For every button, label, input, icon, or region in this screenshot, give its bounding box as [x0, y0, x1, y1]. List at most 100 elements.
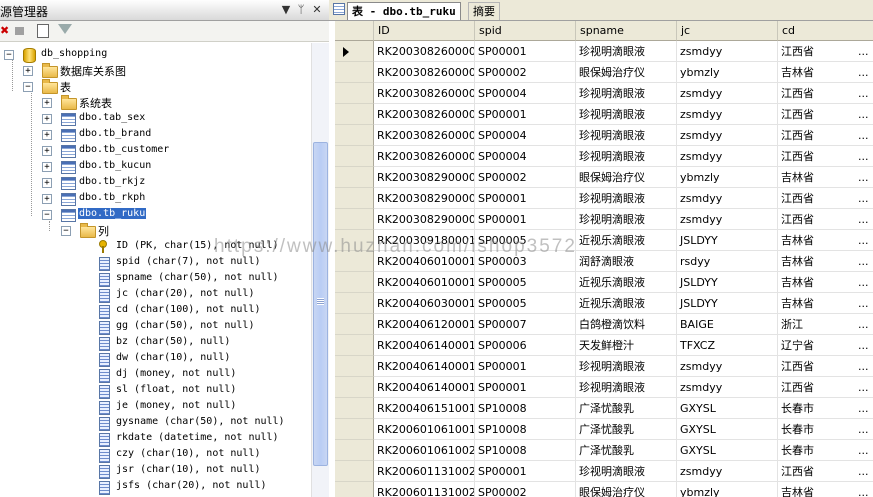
row-selector[interactable] — [335, 167, 374, 188]
grid-cell[interactable]: 润舒滴眼液 — [576, 251, 677, 272]
grid-cell[interactable]: SP00001 — [475, 461, 576, 482]
grid-cell[interactable]: 广泽忧酸乳 — [576, 419, 677, 440]
expand-icon[interactable]: + — [42, 98, 52, 108]
grid-cell[interactable]: SP00005 — [475, 272, 576, 293]
grid-cell[interactable]: ybmzly — [677, 62, 778, 83]
grid-cell[interactable]: rsdyy — [677, 251, 778, 272]
grid-cell[interactable]: 广泽忧酸乳 — [576, 398, 677, 419]
expand-icon[interactable]: + — [23, 66, 33, 76]
grid-cell[interactable]: RK2003082600005 — [374, 125, 475, 146]
row-selector[interactable] — [335, 356, 374, 377]
grid-cell[interactable]: RK2004061400015 — [374, 335, 475, 356]
row-selector[interactable] — [335, 230, 374, 251]
corner-header[interactable] — [335, 21, 374, 41]
grid-cell[interactable]: TFXCZ — [677, 335, 778, 356]
grid-cell[interactable]: 珍视明滴眼液 — [576, 125, 677, 146]
row-selector[interactable] — [335, 62, 374, 83]
expand-icon[interactable]: + — [42, 146, 52, 156]
grid-cell[interactable]: 眼保姆治疗仪 — [576, 167, 677, 188]
grid-cell[interactable]: zsmdyy — [677, 356, 778, 377]
row-selector[interactable] — [335, 440, 374, 461]
disconnect-icon[interactable]: ✖ — [0, 24, 14, 38]
grid-cell[interactable]: SP00004 — [475, 146, 576, 167]
grid-cell[interactable]: RK2004061400017 — [374, 377, 475, 398]
grid-cell[interactable]: RK2003082600001 — [374, 41, 475, 62]
column-header-spid[interactable]: spid — [475, 21, 576, 41]
grid-cell[interactable]: RK2006011310021 — [374, 461, 475, 482]
grid-cell[interactable]: SP00004 — [475, 125, 576, 146]
grid-cell[interactable]: RK2004061510018 — [374, 398, 475, 419]
row-selector[interactable] — [335, 146, 374, 167]
grid-cell[interactable]: RK2003082600002 — [374, 62, 475, 83]
collapse-icon[interactable]: − — [42, 210, 52, 220]
grid-cell[interactable]: RK2003091800010 — [374, 230, 475, 251]
grid-cell[interactable]: GXYSL — [677, 440, 778, 461]
grid-cell[interactable]: SP10008 — [475, 440, 576, 461]
grid-cell[interactable]: RK2006010610019 — [374, 419, 475, 440]
row-selector[interactable] — [335, 314, 374, 335]
grid-cell[interactable]: zsmdyy — [677, 146, 778, 167]
expand-icon[interactable]: + — [42, 162, 52, 172]
row-selector[interactable] — [335, 272, 374, 293]
grid-cell[interactable]: RK2003082600004 — [374, 104, 475, 125]
grid-cell[interactable]: 白鸽橙滴饮料 — [576, 314, 677, 335]
grid-cell[interactable]: RK2004060300013 — [374, 293, 475, 314]
grid-cell[interactable]: SP00005 — [475, 293, 576, 314]
row-selector[interactable] — [335, 83, 374, 104]
grid-cell[interactable]: RK2003082600006 — [374, 146, 475, 167]
grid-cell[interactable]: SP00001 — [475, 41, 576, 62]
scrollbar-thumb[interactable] — [313, 142, 328, 466]
grid-cell[interactable]: BAIGE — [677, 314, 778, 335]
grid-cell[interactable]: GXYSL — [677, 419, 778, 440]
column-header-cd[interactable]: cd — [778, 21, 873, 41]
grid-cell[interactable]: zsmdyy — [677, 83, 778, 104]
explorer-scrollbar[interactable] — [311, 43, 329, 497]
grid-cell[interactable]: SP00002 — [475, 482, 576, 497]
row-selector[interactable] — [335, 398, 374, 419]
grid-cell[interactable]: zsmdyy — [677, 377, 778, 398]
grid-cell[interactable]: RK2004060100011 — [374, 251, 475, 272]
grid-cell[interactable]: RK2003082900008 — [374, 188, 475, 209]
grid-cell[interactable]: SP10008 — [475, 398, 576, 419]
grid-cell[interactable]: ybmzly — [677, 167, 778, 188]
grid-cell[interactable]: 珍视明滴眼液 — [576, 41, 677, 62]
grid-cell[interactable]: RK2003082600003 — [374, 83, 475, 104]
grid-cell[interactable]: RK2004060100012 — [374, 272, 475, 293]
tab-summary[interactable]: 摘要 — [468, 2, 500, 20]
grid-cell[interactable]: zsmdyy — [677, 125, 778, 146]
grid-cell[interactable]: RK2006011310022 — [374, 482, 475, 497]
grid-cell[interactable]: SP00001 — [475, 104, 576, 125]
row-selector[interactable] — [335, 251, 374, 272]
grid-cell[interactable]: JSLDYY — [677, 272, 778, 293]
grid-cell[interactable]: SP00001 — [475, 377, 576, 398]
grid-cell[interactable]: 近视乐滴眼液 — [576, 230, 677, 251]
filter-icon[interactable] — [58, 24, 72, 34]
grid-cell[interactable]: 广泽忧酸乳 — [576, 440, 677, 461]
collapse-icon[interactable]: − — [61, 226, 71, 236]
row-selector[interactable] — [335, 461, 374, 482]
grid-cell[interactable]: 眼保姆治疗仪 — [576, 62, 677, 83]
stop-icon[interactable] — [15, 27, 24, 35]
grid-cell[interactable]: 眼保姆治疗仪 — [576, 482, 677, 497]
grid-cell[interactable]: 珍视明滴眼液 — [576, 209, 677, 230]
column-header-id[interactable]: ID — [374, 21, 475, 41]
grid-cell[interactable]: 近视乐滴眼液 — [576, 293, 677, 314]
grid-cell[interactable]: zsmdyy — [677, 104, 778, 125]
row-selector[interactable] — [335, 293, 374, 314]
grid-cell[interactable]: SP00001 — [475, 356, 576, 377]
close-icon[interactable]: ✕ — [311, 3, 323, 16]
grid-cell[interactable]: 珍视明滴眼液 — [576, 377, 677, 398]
expand-icon[interactable]: + — [42, 114, 52, 124]
grid-cell[interactable]: 珍视明滴眼液 — [576, 356, 677, 377]
expand-icon[interactable]: + — [42, 178, 52, 188]
grid-cell[interactable]: RK2003082900007 — [374, 167, 475, 188]
grid-cell[interactable]: SP00006 — [475, 335, 576, 356]
grid-cell[interactable]: zsmdyy — [677, 188, 778, 209]
grid-cell[interactable]: zsmdyy — [677, 461, 778, 482]
grid-cell[interactable]: 珍视明滴眼液 — [576, 104, 677, 125]
grid-cell[interactable]: GXYSL — [677, 398, 778, 419]
row-selector[interactable] — [335, 482, 374, 497]
grid-cell[interactable]: RK2003082900009 — [374, 209, 475, 230]
grid-cell[interactable]: SP10008 — [475, 419, 576, 440]
row-selector[interactable] — [335, 209, 374, 230]
